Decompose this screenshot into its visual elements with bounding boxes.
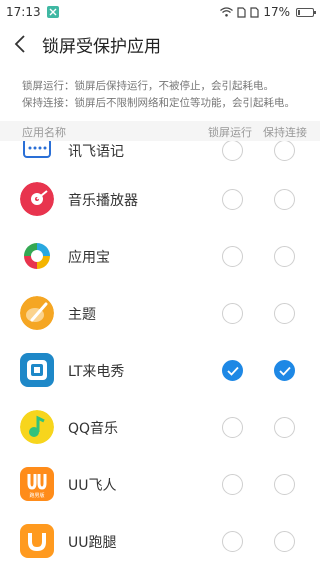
- keep-connect-radio[interactable]: [274, 360, 295, 381]
- app-name: 应用宝: [68, 250, 110, 266]
- title-bar: 锁屏受保护应用: [0, 24, 320, 64]
- keep-connect-radio[interactable]: [274, 141, 295, 161]
- column-lock-run: 锁屏运行: [208, 126, 252, 139]
- keep-connect-radio[interactable]: [274, 474, 295, 495]
- app-name: 音乐播放器: [68, 193, 138, 209]
- list-item: 跑男版 UU飞人: [0, 455, 320, 512]
- list-item: 主题: [0, 284, 320, 341]
- sim-card-icon: [237, 6, 246, 18]
- column-app-name: 应用名称: [22, 126, 66, 139]
- theme-icon: [20, 296, 54, 330]
- keep-connect-radio[interactable]: [274, 189, 295, 210]
- column-keep-connect: 保持连接: [263, 126, 307, 139]
- app-name: QQ音乐: [68, 421, 119, 437]
- keep-connect-radio[interactable]: [274, 303, 295, 324]
- uu-feiren-icon: 跑男版: [20, 467, 54, 501]
- app-name: UU飞人: [68, 478, 117, 494]
- music-player-icon: [20, 182, 54, 216]
- keep-connect-radio[interactable]: [274, 246, 295, 267]
- description-line-2: 保持连接：锁屏后不限制网络和定位等功能，会引起耗电。: [22, 97, 295, 109]
- keep-connect-radio[interactable]: [274, 417, 295, 438]
- list-item: UU跑腿: [0, 512, 320, 568]
- list-item: 应用宝: [0, 227, 320, 284]
- column-header: 应用名称 锁屏运行 保持连接: [0, 121, 320, 141]
- notification-icon: [46, 6, 59, 18]
- checkmark-icon: [279, 366, 291, 376]
- qq-music-icon: [20, 410, 54, 444]
- status-icons: 17%: [220, 5, 316, 19]
- app-name: 讯飞语记: [68, 144, 124, 160]
- battery-icon: [296, 7, 316, 17]
- status-bar: 17:13 17%: [0, 0, 320, 24]
- description: 锁屏运行：锁屏后保持运行，不被停止，会引起耗电。 保持连接：锁屏后不限制网络和定…: [22, 78, 310, 112]
- lt-call-show-icon: [20, 353, 54, 387]
- yingyongbao-icon: [20, 239, 54, 273]
- back-button[interactable]: [0, 24, 40, 64]
- lock-run-radio[interactable]: [222, 474, 243, 495]
- lock-run-radio[interactable]: [222, 531, 243, 552]
- checkmark-icon: [227, 366, 239, 376]
- lock-run-radio[interactable]: [222, 303, 243, 324]
- app-name: LT来电秀: [68, 364, 125, 380]
- lock-run-radio[interactable]: [222, 141, 243, 161]
- app-name: UU跑腿: [68, 535, 117, 551]
- list-item: 音乐播放器: [0, 170, 320, 227]
- wifi-icon: [220, 7, 234, 17]
- sim-card-2-icon: [250, 6, 259, 18]
- lock-run-radio[interactable]: [222, 189, 243, 210]
- lock-run-radio[interactable]: [222, 360, 243, 381]
- uu-feiren-icon-caption: 跑男版: [29, 492, 44, 499]
- status-time: 17:13: [6, 5, 41, 19]
- list-item: QQ音乐: [0, 398, 320, 455]
- app-name: 主题: [68, 307, 96, 323]
- xunfei-note-icon: [20, 141, 54, 167]
- lock-run-radio[interactable]: [222, 417, 243, 438]
- page-title: 锁屏受保护应用: [42, 36, 161, 57]
- lock-run-radio[interactable]: [222, 246, 243, 267]
- list-item: LT来电秀: [0, 341, 320, 398]
- description-line-1: 锁屏运行：锁屏后保持运行，不被停止，会引起耗电。: [22, 80, 274, 92]
- app-list[interactable]: 讯飞语记 音乐播放器 应用宝 主题 LT来电秀 QQ音乐 跑男版 UU飞人 UU…: [0, 141, 320, 568]
- chevron-left-icon: [14, 35, 25, 53]
- battery-percent: 17%: [263, 5, 290, 19]
- uu-paotui-icon: [20, 524, 54, 558]
- keep-connect-radio[interactable]: [274, 531, 295, 552]
